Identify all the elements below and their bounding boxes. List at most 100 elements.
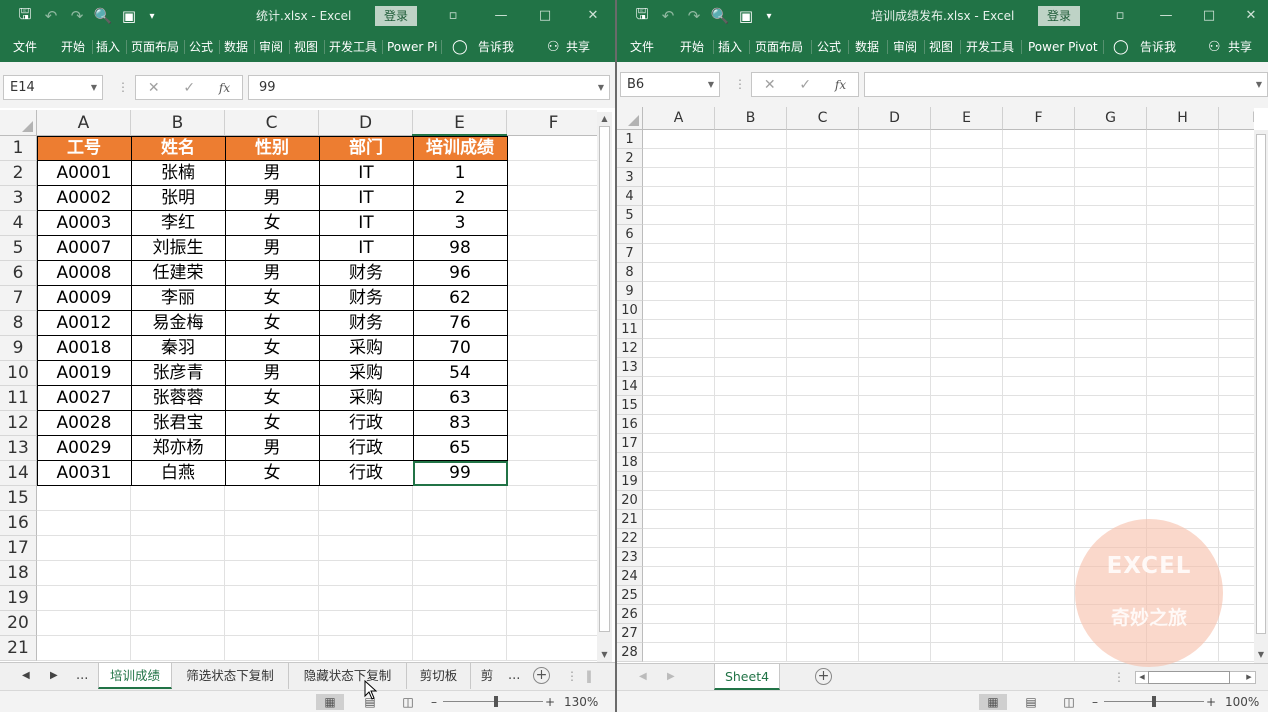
new-sheet-icon[interactable]: + bbox=[533, 667, 550, 684]
tab-developer[interactable]: 开发工具 bbox=[329, 32, 377, 62]
prev-sheet-icon[interactable]: ◀ bbox=[639, 664, 647, 690]
save-icon[interactable]: 🖫 bbox=[12, 0, 38, 32]
ribbon-display-icon[interactable]: ▫ bbox=[438, 0, 468, 32]
table-cell[interactable]: 行政 bbox=[319, 461, 413, 486]
login-button[interactable]: 登录 bbox=[375, 6, 418, 26]
table-cell[interactable]: 采购 bbox=[319, 361, 413, 386]
table-header-cell[interactable]: 培训成绩 bbox=[413, 136, 507, 161]
table-cell[interactable]: 财务 bbox=[319, 286, 413, 311]
enter-icon[interactable]: ✓ bbox=[183, 80, 195, 96]
undo-icon[interactable]: ↶ bbox=[655, 0, 681, 32]
row-header[interactable]: 3 bbox=[0, 186, 37, 211]
scroll-up-icon[interactable]: ▲ bbox=[597, 114, 612, 123]
row-header[interactable]: 25 bbox=[617, 586, 643, 605]
row-header[interactable]: 28 bbox=[617, 643, 643, 662]
name-box[interactable]: B6 ▼ bbox=[620, 72, 720, 97]
column-header[interactable]: A bbox=[643, 107, 715, 130]
row-header[interactable]: 8 bbox=[617, 263, 643, 282]
row-header[interactable]: 20 bbox=[617, 491, 643, 510]
table-cell[interactable]: 65 bbox=[413, 436, 507, 461]
table-cell[interactable]: A0003 bbox=[37, 211, 131, 236]
cancel-icon[interactable]: ✕ bbox=[148, 80, 160, 96]
table-cell[interactable]: 1 bbox=[413, 161, 507, 186]
page-layout-view-icon[interactable]: ▤ bbox=[1017, 694, 1045, 710]
table-cell[interactable]: 3 bbox=[413, 211, 507, 236]
insert-function-icon[interactable]: fx bbox=[835, 78, 846, 92]
horizontal-scrollbar[interactable]: ◀ ▶ bbox=[1135, 671, 1256, 684]
tab-power-pivot[interactable]: Power Pi bbox=[387, 32, 437, 62]
zoom-slider-knob[interactable] bbox=[1152, 696, 1156, 707]
row-header[interactable]: 13 bbox=[617, 358, 643, 377]
zoom-out-icon[interactable]: – bbox=[431, 691, 437, 712]
row-header[interactable]: 9 bbox=[0, 336, 37, 361]
table-cell[interactable]: 70 bbox=[413, 336, 507, 361]
tab-insert[interactable]: 插入 bbox=[96, 32, 120, 62]
row-header[interactable]: 6 bbox=[617, 225, 643, 244]
row-header[interactable]: 20 bbox=[0, 611, 37, 636]
row-header[interactable]: 18 bbox=[617, 453, 643, 472]
worksheet-grid[interactable]: A B C D E F 1 2 3 4 5 6 7 8 9 10 11 12 13 14 15 16 17 18 19 20 21 工… bbox=[0, 110, 597, 663]
table-cell[interactable]: 男 bbox=[225, 161, 319, 186]
table-cell[interactable]: 李红 bbox=[131, 211, 225, 236]
sheet-tab-sheet4[interactable]: Sheet4 bbox=[714, 664, 780, 690]
row-header[interactable]: 10 bbox=[617, 301, 643, 320]
undo-icon[interactable]: ↶ bbox=[38, 0, 64, 32]
zoom-slider[interactable] bbox=[443, 701, 543, 702]
table-cell[interactable]: 行政 bbox=[319, 436, 413, 461]
sheet-tab-clipboard[interactable]: 剪切板 bbox=[407, 663, 471, 689]
table-cell[interactable]: 张楠 bbox=[131, 161, 225, 186]
table-cell[interactable]: 任建荣 bbox=[131, 261, 225, 286]
row-header[interactable]: 11 bbox=[0, 386, 37, 411]
customize-qat-icon[interactable]: ▾ bbox=[759, 0, 779, 32]
split-handle-icon[interactable]: ‖ bbox=[586, 663, 592, 689]
table-cell[interactable]: 女 bbox=[225, 461, 319, 486]
tab-review[interactable]: 审阅 bbox=[893, 32, 917, 62]
column-header[interactable]: C bbox=[225, 110, 319, 136]
column-header[interactable]: F bbox=[507, 110, 597, 136]
tab-view[interactable]: 视图 bbox=[294, 32, 318, 62]
row-header[interactable]: 5 bbox=[617, 206, 643, 225]
row-header[interactable]: 13 bbox=[0, 436, 37, 461]
close-icon[interactable]: ✕ bbox=[578, 0, 608, 32]
tell-me-search[interactable]: 告诉我 bbox=[478, 32, 514, 62]
sheet-tab-training-scores[interactable]: 培训成绩 bbox=[98, 663, 172, 689]
table-cell[interactable]: IT bbox=[319, 186, 413, 211]
minimize-icon[interactable]: — bbox=[486, 0, 516, 32]
table-cell[interactable]: 女 bbox=[225, 211, 319, 236]
table-cell[interactable]: 李丽 bbox=[131, 286, 225, 311]
table-cell[interactable]: A0027 bbox=[37, 386, 131, 411]
page-break-view-icon[interactable]: ◫ bbox=[1055, 694, 1083, 710]
row-header[interactable]: 4 bbox=[617, 187, 643, 206]
vertical-scrollbar[interactable]: ▼ bbox=[1254, 130, 1268, 663]
insert-function-icon[interactable]: fx bbox=[219, 81, 230, 95]
table-cell[interactable]: 女 bbox=[225, 386, 319, 411]
formula-bar-grip[interactable]: ⋮ bbox=[734, 77, 746, 91]
table-cell[interactable]: 采购 bbox=[319, 336, 413, 361]
row-header[interactable]: 5 bbox=[0, 236, 37, 261]
table-cell[interactable]: 张蓉蓉 bbox=[131, 386, 225, 411]
table-cell[interactable]: 男 bbox=[225, 186, 319, 211]
row-header[interactable]: 19 bbox=[617, 472, 643, 491]
table-cell[interactable]: 63 bbox=[413, 386, 507, 411]
table-cell[interactable]: 郑亦杨 bbox=[131, 436, 225, 461]
column-header[interactable]: H bbox=[1147, 107, 1219, 130]
formula-input[interactable]: 99 ▼ bbox=[248, 75, 610, 100]
table-cell[interactable]: 男 bbox=[225, 261, 319, 286]
page-break-view-icon[interactable]: ◫ bbox=[394, 694, 422, 710]
save-icon[interactable]: 🖫 bbox=[629, 0, 655, 32]
row-header[interactable]: 10 bbox=[0, 361, 37, 386]
table-cell[interactable]: 张明 bbox=[131, 186, 225, 211]
maximize-icon[interactable]: □ bbox=[530, 0, 560, 32]
table-cell[interactable]: 男 bbox=[225, 436, 319, 461]
table-header-cell[interactable]: 性别 bbox=[225, 136, 319, 161]
new-sheet-icon[interactable]: + bbox=[815, 668, 832, 685]
cancel-icon[interactable]: ✕ bbox=[764, 77, 776, 93]
table-cell[interactable]: IT bbox=[319, 211, 413, 236]
tab-formulas[interactable]: 公式 bbox=[817, 32, 841, 62]
table-cell[interactable]: A0002 bbox=[37, 186, 131, 211]
column-header[interactable]: B bbox=[715, 107, 787, 130]
tab-page-layout[interactable]: 页面布局 bbox=[131, 32, 179, 62]
select-all-corner[interactable] bbox=[617, 107, 643, 130]
table-cell[interactable]: 张彦青 bbox=[131, 361, 225, 386]
table-cell[interactable]: 女 bbox=[225, 311, 319, 336]
